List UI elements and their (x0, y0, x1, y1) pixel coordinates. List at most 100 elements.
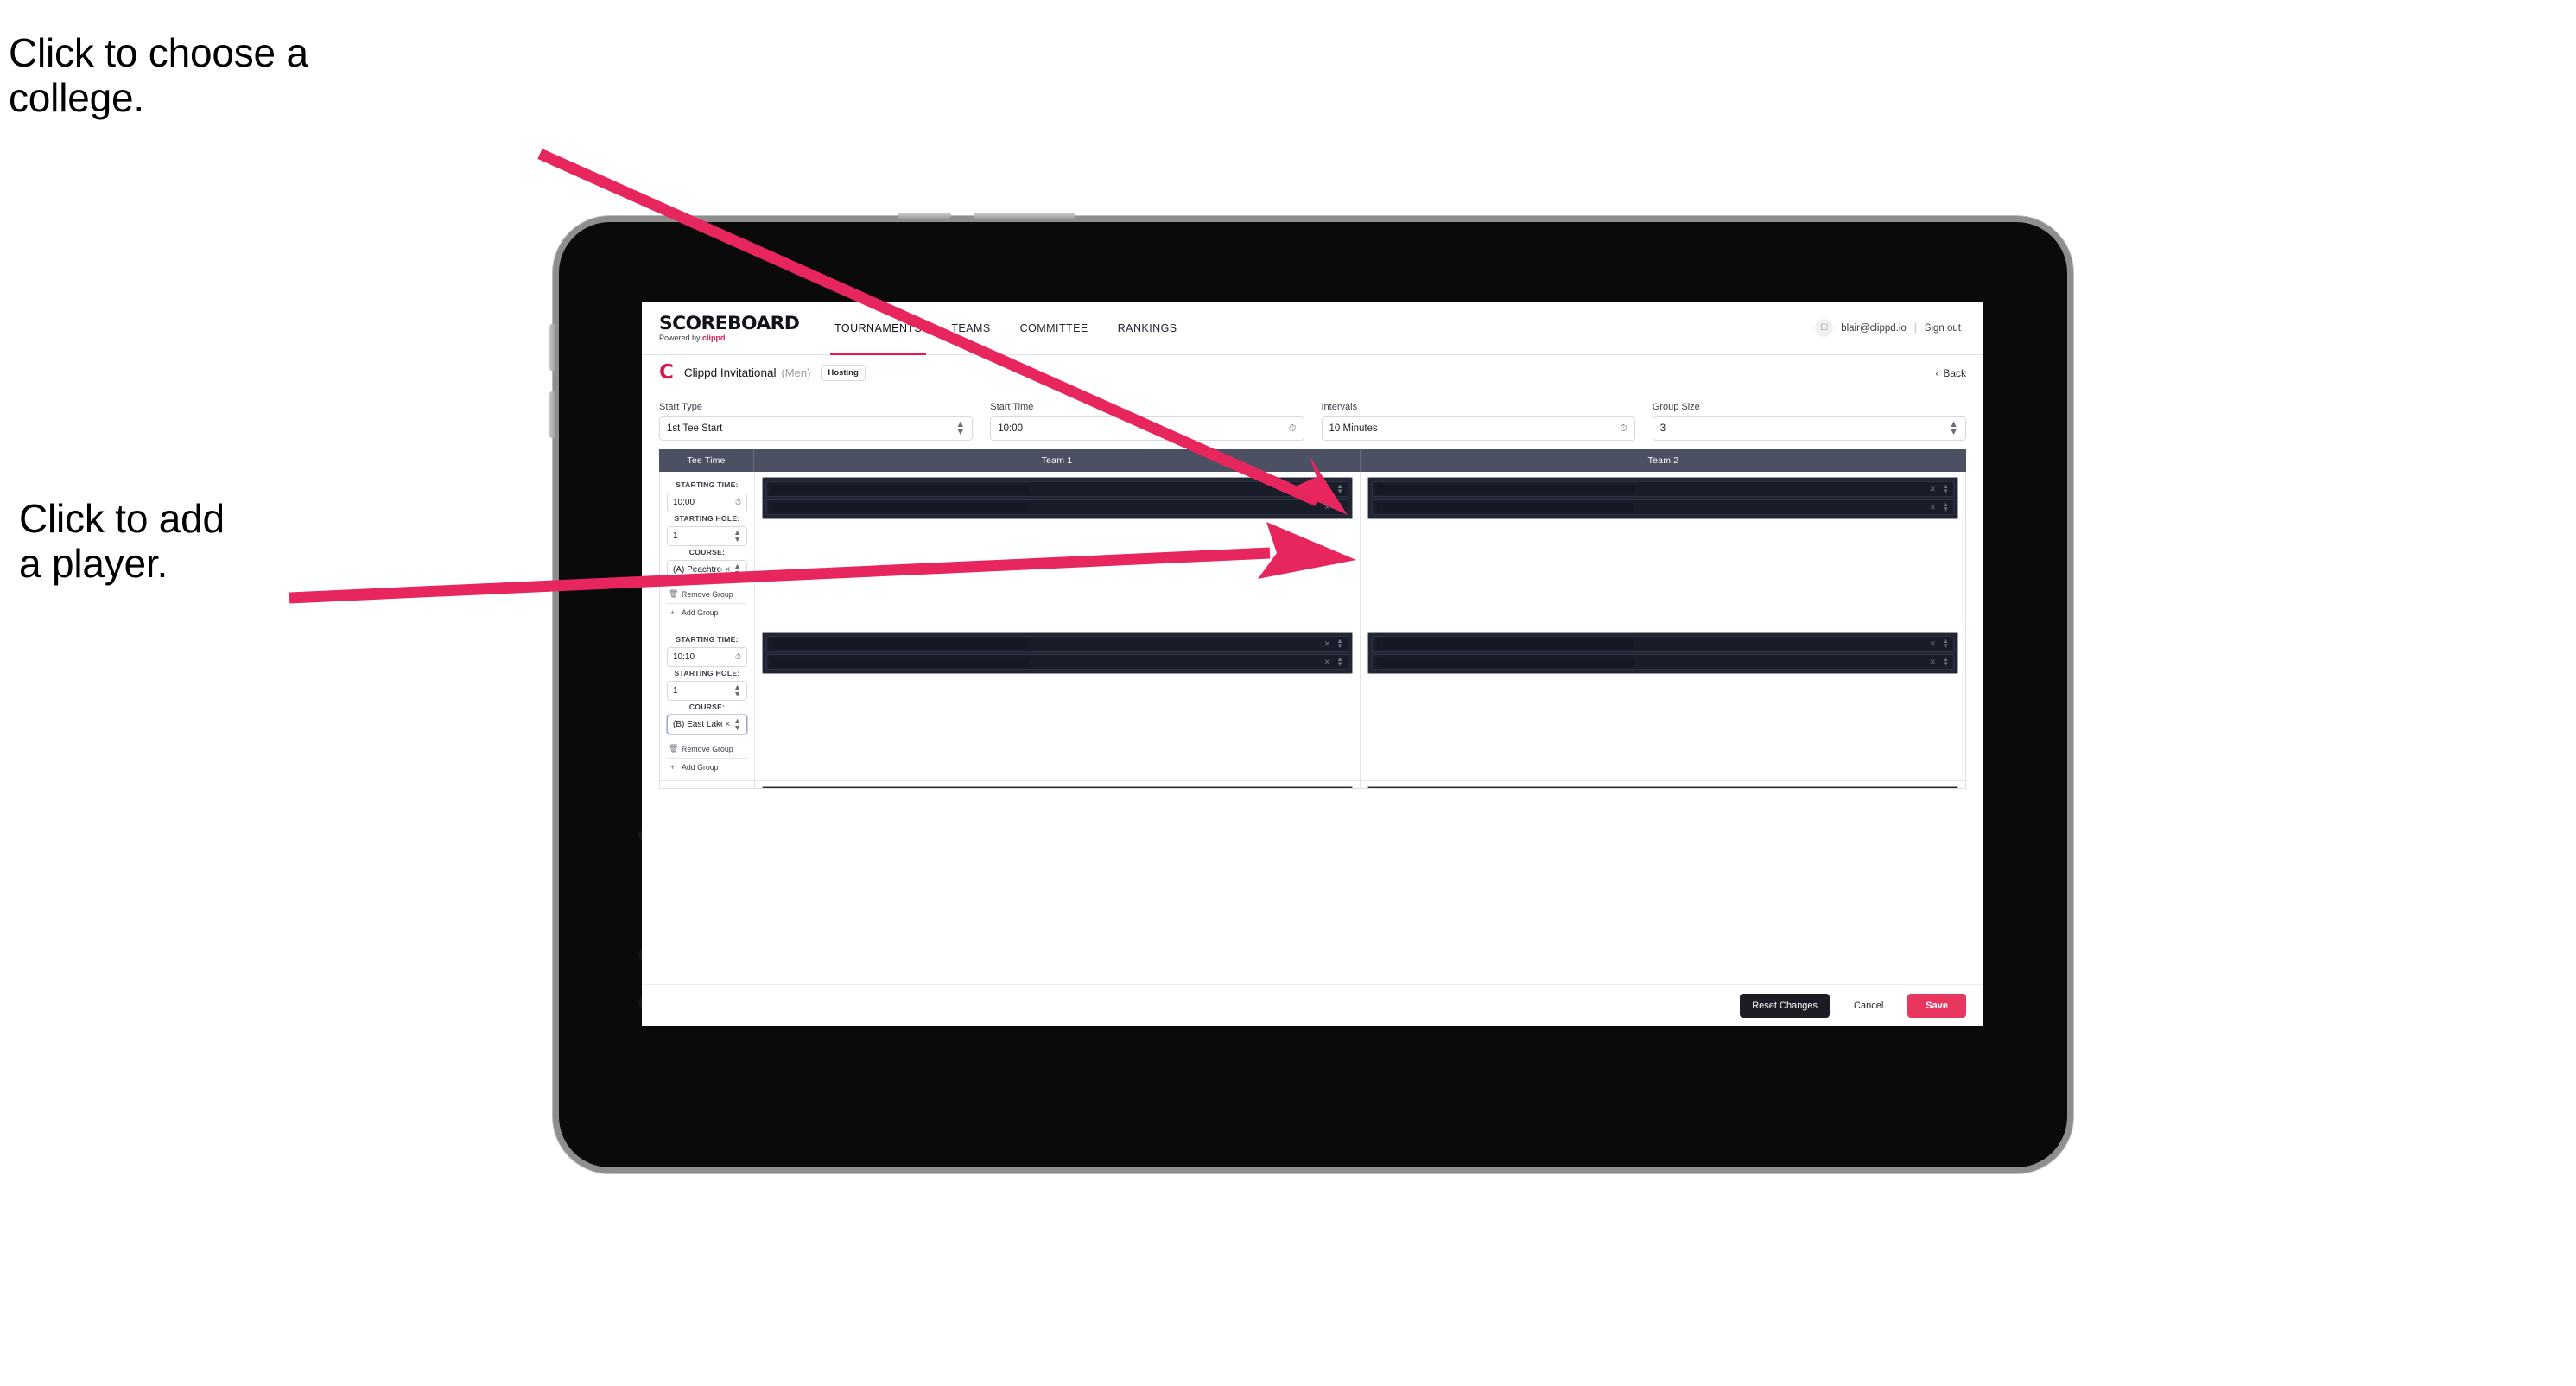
clock-icon[interactable]: ⏱ (1289, 423, 1297, 435)
label-group-size: Group Size (1652, 402, 1700, 412)
stepper-icon[interactable]: ▲ ▼ (1336, 637, 1343, 650)
nav-tab-committee[interactable]: COMMITTEE (1006, 302, 1103, 355)
group-player-box[interactable]: ✕▲▼✕▲▼ (762, 786, 1353, 788)
nav-tab-tournaments[interactable]: TOURNAMENTS (820, 302, 936, 355)
nav-tab-rankings[interactable]: RANKINGS (1103, 302, 1192, 355)
team-1-column: ✕ ▲▼ ✕ ▲▼ (755, 626, 1361, 780)
add-group-button[interactable]: + Add Group (667, 605, 747, 620)
stepper-icon[interactable]: ▲ ▼ (733, 683, 741, 697)
stepper-icon[interactable]: ▲ ▼ (733, 717, 741, 731)
starting-hole-value: 1 (673, 686, 678, 696)
clear-x-icon[interactable]: ✕ (1930, 658, 1937, 667)
stepper-icon[interactable]: ▲ ▼ (1336, 500, 1343, 513)
field-intervals: Intervals 10 Minutes ⏱ (1321, 402, 1635, 441)
reset-changes-button[interactable]: Reset Changes (1740, 993, 1830, 1018)
label-start-type: Start Type (659, 402, 702, 412)
clear-x-icon[interactable]: ✕ (1324, 485, 1331, 494)
power-button[interactable] (898, 213, 951, 219)
player-name-placeholder (1377, 502, 1634, 512)
player-slot-actions: ✕ ▲ ▼ (1930, 655, 1949, 668)
sign-out-link[interactable]: Sign out (1925, 323, 1961, 334)
round-settings-row: Start Type 1st Tee Start ▲ ▼ Start Time 1… (642, 391, 1983, 449)
clock-icon[interactable]: ⏱ (735, 652, 741, 662)
label-course: COURSE: (688, 703, 726, 711)
group-player-box[interactable]: ✕ ▲▼ ✕ ▲▼ (1367, 632, 1958, 674)
clear-x-icon[interactable]: ✕ (725, 720, 732, 729)
group-player-box[interactable]: ✕▲▼✕▲▼ (1367, 786, 1958, 788)
remove-group-button[interactable]: 🗑 Remove Group (667, 586, 747, 602)
back-link[interactable]: ‹ Back (1935, 367, 1966, 379)
hosting-badge: Hosting (821, 365, 866, 381)
stepper-icon[interactable]: ▲ ▼ (733, 563, 741, 576)
group-size-value: 3 (1659, 423, 1666, 434)
starting-time-input[interactable]: 10:00 ⏱ (667, 493, 747, 512)
player-slot[interactable]: ✕ ▲ ▼ (766, 636, 1348, 652)
intervals-input[interactable]: 10 Minutes ⏱ (1321, 416, 1635, 441)
clear-x-icon[interactable]: ✕ (1324, 639, 1331, 649)
group-actions: 🗑 Remove Group + Add Group (667, 586, 747, 620)
group-player-box[interactable]: ✕ ▲▼ ✕ ▲▼ (1367, 477, 1958, 519)
volume-up-button[interactable] (549, 324, 555, 371)
remove-group-button[interactable]: 🗑 Remove Group (667, 741, 747, 757)
top-edge-button[interactable] (974, 213, 1075, 219)
stepper-icon[interactable]: ▲ ▼ (1942, 655, 1949, 668)
player-slot-actions: ✕ ▲ ▼ (1324, 500, 1343, 513)
brand-tagline: Powered by clippd (659, 333, 726, 342)
player-slot[interactable]: ✕ ▲ ▼ (766, 654, 1348, 670)
clear-x-icon[interactable]: ✕ (725, 565, 732, 575)
group-player-box[interactable]: ✕ ▲▼ ✕ ▲▼ (762, 477, 1353, 519)
tee-time-column: STARTING TIME: 10:10 ⏱ STARTING HOLE: 1 ▲ ▼ COU… (660, 626, 755, 780)
stepper-icon[interactable]: ▲ ▼ (1942, 637, 1949, 650)
group-actions: 🗑 Remove Group + Add Group (667, 741, 747, 775)
stepper-icon[interactable]: ▲ ▼ (1942, 482, 1949, 495)
clock-icon[interactable]: ⏱ (735, 498, 741, 507)
user-avatar-icon[interactable]: ☐ (1815, 319, 1834, 337)
player-slot[interactable]: ✕ ▲ ▼ (1372, 481, 1954, 497)
stepper-icon[interactable]: ▲ ▼ (955, 420, 965, 437)
stepper-icon[interactable]: ▲ ▼ (1949, 420, 1958, 437)
player-slot[interactable]: ✕ ▲ ▼ (1372, 499, 1954, 515)
player-slot[interactable]: ✕ ▲ ▼ (766, 481, 1348, 497)
label-starting-time: STARTING TIME: (676, 480, 739, 489)
stepper-icon[interactable]: ▲ ▼ (1942, 500, 1949, 513)
team-2-column: ✕ ▲▼ ✕ ▲▼ (1361, 626, 1965, 780)
scoreboard-logo[interactable]: SCOREBOARD Powered by clippd (659, 314, 800, 342)
volume-down-button[interactable] (549, 391, 555, 438)
brand-wordmark: SCOREBOARD (659, 312, 800, 334)
starting-hole-input[interactable]: 1 ▲ ▼ (667, 681, 747, 701)
team-2-column: ✕ ▲▼ ✕ ▲▼ (1361, 472, 1965, 626)
add-group-button[interactable]: + Add Group (667, 760, 747, 775)
clear-x-icon[interactable]: ✕ (1930, 639, 1937, 649)
clear-x-icon[interactable]: ✕ (1930, 503, 1937, 512)
player-slot[interactable]: ✕ ▲ ▼ (766, 499, 1348, 515)
starting-time-input[interactable]: 10:10 ⏱ (667, 647, 747, 667)
player-slot-actions: ✕ ▲ ▼ (1324, 637, 1343, 650)
starting-hole-input[interactable]: 1 ▲ ▼ (667, 526, 747, 546)
annotation-add-player: Click to add a player. (19, 496, 225, 586)
clear-x-icon[interactable]: ✕ (1324, 503, 1331, 512)
tournament-header-bar: C Clippd Invitational (Men) Hosting ‹ Ba… (642, 355, 1983, 391)
start-time-input[interactable]: 10:00 ⏱ (990, 416, 1304, 441)
group-player-box[interactable]: ✕ ▲▼ ✕ ▲▼ (762, 632, 1353, 674)
course-select[interactable]: (B) East Lake GC✕▲▼ (667, 715, 747, 734)
divider (667, 603, 747, 604)
clear-x-icon[interactable]: ✕ (1930, 485, 1937, 494)
group-size-select[interactable]: 3 ▲ ▼ (1652, 416, 1966, 441)
course-select[interactable]: (A) Peachtree GC✕▲▼ (667, 560, 747, 580)
start-type-select[interactable]: 1st Tee Start ▲ ▼ (659, 416, 974, 441)
cancel-button[interactable]: Cancel (1842, 994, 1895, 1018)
player-slot[interactable]: ✕ ▲ ▼ (1372, 654, 1954, 670)
clock-icon[interactable]: ⏱ (1620, 423, 1627, 435)
stepper-icon[interactable]: ▲ ▼ (1336, 482, 1343, 495)
stepper-icon[interactable]: ▲ ▼ (733, 529, 741, 543)
player-slot[interactable]: ✕ ▲ ▼ (1372, 636, 1954, 652)
stepper-icon[interactable]: ▲ ▼ (1336, 655, 1343, 668)
tee-sheet-table-body[interactable]: STARTING TIME: 10:00 ⏱ STARTING HOLE: 1 ▲ ▼ COU… (659, 472, 1966, 789)
player-name-placeholder (1377, 484, 1634, 494)
clear-x-icon[interactable]: ✕ (1324, 658, 1331, 667)
save-button[interactable]: Save (1907, 993, 1966, 1018)
add-group-label: Add Group (682, 608, 719, 617)
remove-group-label: Remove Group (682, 744, 733, 753)
nav-tab-teams[interactable]: TEAMS (936, 302, 1005, 355)
course-value: (A) Peachtree GC (673, 565, 722, 575)
